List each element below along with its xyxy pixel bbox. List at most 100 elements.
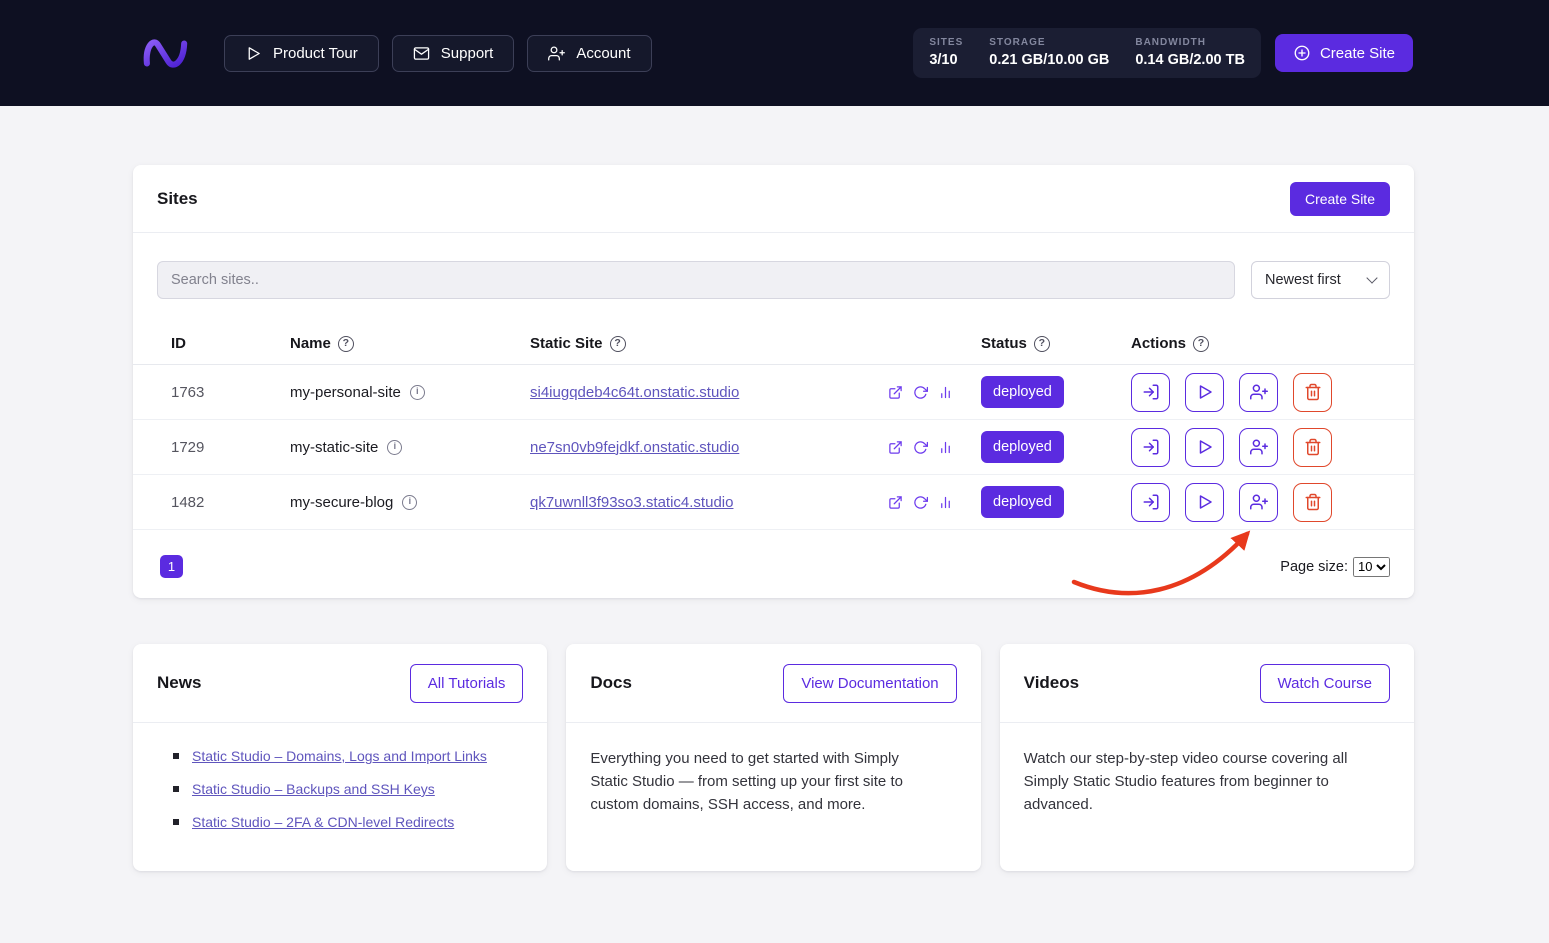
- status-badge: deployed: [981, 486, 1064, 518]
- user-plus-icon: [548, 45, 566, 62]
- column-id: ID: [171, 335, 186, 352]
- site-url-link[interactable]: ne7sn0vb9fejdkf.onstatic.studio: [530, 439, 739, 456]
- news-card-header: News All Tutorials: [133, 644, 548, 723]
- help-icon[interactable]: ?: [609, 335, 626, 352]
- stat-storage-value: 0.21 GB/10.00 GB: [989, 52, 1110, 68]
- news-card: News All Tutorials Static Studio – Domai…: [133, 644, 548, 871]
- login-button[interactable]: [1131, 372, 1170, 412]
- info-icon[interactable]: i: [409, 384, 425, 400]
- view-documentation-button[interactable]: View Documentation: [783, 663, 957, 703]
- sites-card-header: Sites Create Site: [133, 165, 1414, 233]
- docs-title: Docs: [590, 673, 632, 692]
- column-actions: Actions ?: [1131, 335, 1390, 352]
- site-url-link[interactable]: si4iugqdeb4c64t.onstatic.studio: [530, 384, 739, 401]
- site-url-cell: si4iugqdeb4c64t.onstatic.studio: [530, 384, 981, 401]
- external-link-icon[interactable]: [888, 495, 903, 510]
- site-url-link[interactable]: qk7uwnll3f93so3.static4.studio: [530, 494, 733, 511]
- site-name: my-secure-blog i: [290, 494, 530, 511]
- site-name-label: my-static-site: [290, 438, 379, 456]
- external-link-icon[interactable]: [888, 385, 903, 400]
- column-static-site: Static Site ?: [530, 335, 981, 352]
- pagination-page-1[interactable]: 1: [160, 555, 183, 578]
- chevron-down-icon: [1366, 272, 1378, 284]
- docs-card-header: Docs View Documentation: [566, 644, 981, 723]
- refresh-icon[interactable]: [913, 440, 928, 455]
- status-badge: deployed: [981, 376, 1064, 408]
- watch-course-button[interactable]: Watch Course: [1259, 663, 1390, 703]
- stats-icon[interactable]: [938, 440, 953, 455]
- bullet-icon: [173, 786, 179, 792]
- news-list: Static Studio – Domains, Logs and Import…: [157, 748, 509, 830]
- site-url-icons: [888, 385, 953, 400]
- page-size-control: Page size: 10: [1280, 556, 1390, 577]
- page-size-label: Page size:: [1280, 558, 1348, 575]
- help-icon[interactable]: ?: [1193, 335, 1210, 352]
- create-site-button-card[interactable]: Create Site: [1289, 181, 1390, 216]
- account-button[interactable]: Account: [527, 34, 652, 72]
- stat-sites-label: SITES: [929, 37, 964, 48]
- actions-cell: [1131, 427, 1390, 467]
- docs-card-body: Everything you need to get started with …: [566, 723, 980, 851]
- help-icon[interactable]: ?: [1033, 335, 1050, 352]
- topbar-right: SITES 3/10 STORAGE 0.21 GB/10.00 GB BAND…: [913, 28, 1413, 78]
- login-button[interactable]: [1131, 482, 1170, 522]
- site-url-icons: [888, 440, 953, 455]
- list-item: Static Studio – Domains, Logs and Import…: [173, 748, 509, 764]
- add-user-button[interactable]: [1239, 372, 1278, 412]
- top-nav: Product Tour Support Account: [224, 34, 652, 72]
- table-row: 1729 my-static-site i ne7sn0vb9fejdkf.on…: [133, 420, 1414, 475]
- stat-sites-value: 3/10: [929, 52, 958, 68]
- support-button[interactable]: Support: [391, 34, 515, 72]
- news-link[interactable]: Static Studio – 2FA & CDN-level Redirect…: [192, 814, 454, 830]
- news-link[interactable]: Static Studio – Backups and SSH Keys: [192, 781, 435, 797]
- page-size-select[interactable]: 10: [1353, 556, 1390, 577]
- external-link-icon[interactable]: [888, 440, 903, 455]
- deploy-button[interactable]: [1185, 372, 1224, 412]
- site-url-cell: qk7uwnll3f93so3.static4.studio: [530, 494, 981, 511]
- info-icon[interactable]: i: [387, 439, 403, 455]
- sites-table: ID Name ? Static Site ? Status ? Actions…: [133, 323, 1414, 530]
- stats-icon[interactable]: [938, 385, 953, 400]
- refresh-icon[interactable]: [913, 385, 928, 400]
- search-input[interactable]: [157, 261, 1235, 299]
- stat-bandwidth-value: 0.14 GB/2.00 TB: [1135, 52, 1245, 68]
- videos-card: Videos Watch Course Watch our step-by-st…: [999, 644, 1414, 871]
- column-status: Status ?: [981, 335, 1131, 352]
- column-name-label: Name: [290, 335, 331, 352]
- usage-stats-panel: SITES 3/10 STORAGE 0.21 GB/10.00 GB BAND…: [913, 28, 1261, 78]
- column-status-label: Status: [981, 335, 1027, 352]
- site-id: 1729: [171, 438, 205, 456]
- help-icon[interactable]: ?: [337, 335, 354, 352]
- site-id: 1482: [171, 493, 205, 511]
- site-name-label: my-personal-site: [290, 383, 401, 401]
- delete-button[interactable]: [1293, 372, 1332, 412]
- add-user-button[interactable]: [1239, 427, 1278, 467]
- app-logo[interactable]: [140, 34, 192, 72]
- all-tutorials-button[interactable]: All Tutorials: [409, 663, 524, 703]
- deploy-button[interactable]: [1185, 482, 1224, 522]
- news-link[interactable]: Static Studio – Domains, Logs and Import…: [192, 748, 487, 764]
- site-name-label: my-secure-blog: [290, 493, 394, 511]
- table-footer: 1 Page size: 10: [133, 530, 1414, 598]
- delete-button[interactable]: [1293, 427, 1332, 467]
- account-label: Account: [576, 44, 631, 62]
- stats-icon[interactable]: [938, 495, 953, 510]
- product-tour-label: Product Tour: [273, 44, 358, 62]
- docs-description: Everything you need to get started with …: [590, 750, 903, 813]
- login-button[interactable]: [1131, 427, 1170, 467]
- sort-dropdown[interactable]: Newest first: [1251, 261, 1390, 299]
- news-title: News: [157, 673, 202, 692]
- table-row: 1482 my-secure-blog i qk7uwnll3f93so3.st…: [133, 475, 1414, 530]
- refresh-icon[interactable]: [913, 495, 928, 510]
- product-tour-button[interactable]: Product Tour: [224, 34, 379, 72]
- add-user-button[interactable]: [1239, 482, 1278, 522]
- bullet-icon: [173, 753, 179, 759]
- info-icon[interactable]: i: [402, 494, 418, 510]
- sort-value: Newest first: [1265, 272, 1341, 288]
- sites-toolbar: Newest first: [133, 233, 1414, 299]
- deploy-button[interactable]: [1185, 427, 1224, 467]
- create-site-button-topbar[interactable]: Create Site: [1274, 34, 1413, 72]
- actions-cell: [1131, 372, 1390, 412]
- delete-button[interactable]: [1293, 482, 1332, 522]
- sites-title: Sites: [157, 188, 198, 208]
